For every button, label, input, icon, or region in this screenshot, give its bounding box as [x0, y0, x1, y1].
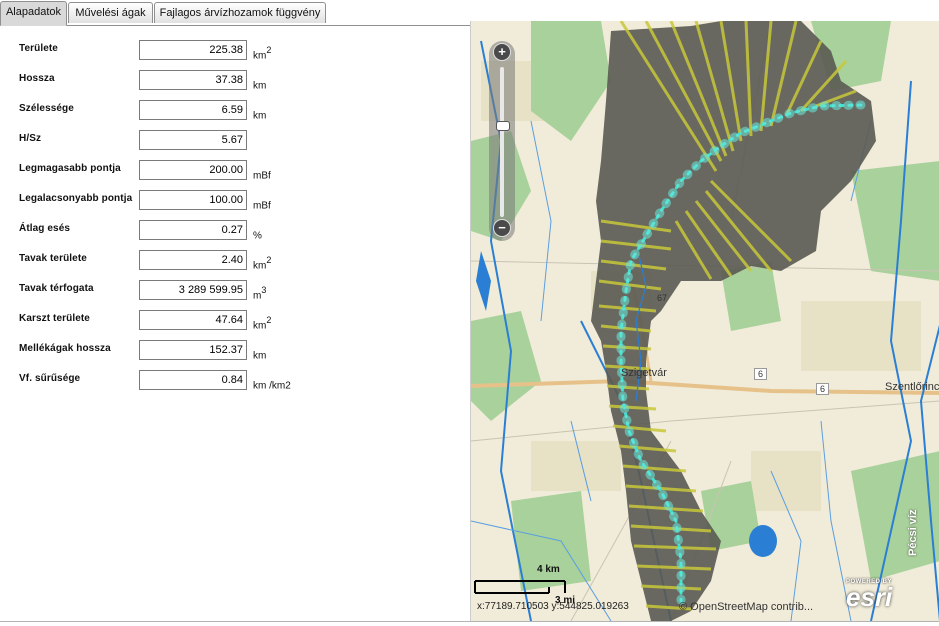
field-label: Karszt területe [19, 313, 90, 324]
tab-alapadatok[interactable]: Alapadatok [0, 1, 67, 26]
field-row: Szélessége km [0, 99, 465, 121]
field-unit: km2 [253, 255, 272, 272]
zoom-track[interactable] [500, 67, 504, 217]
field-label: Átlag esés [19, 223, 71, 234]
unit-exponent: 2 [266, 315, 272, 325]
unit-text: km /km2 [253, 380, 291, 392]
field-label: Tavak térfogata [19, 283, 94, 294]
field-unit: km2 [253, 45, 272, 62]
field-unit: mBf [253, 166, 271, 181]
field-unit: km2 [253, 315, 272, 332]
esri-logo: POWERED BY esri [846, 579, 893, 612]
field-row: H/Sz [0, 129, 465, 151]
field-label: Vf. sűrűsége [19, 373, 81, 384]
zoom-out-icon[interactable]: − [493, 219, 511, 237]
unit-exponent: 2 [266, 255, 272, 265]
tab-fajlagos-arvizhozamok[interactable]: Fajlagos árvízhozamok függvény [154, 2, 326, 23]
unit-text: mBf [253, 200, 271, 212]
unit-text: km [253, 50, 267, 62]
field-value-input[interactable] [139, 70, 247, 90]
unit-text: km [253, 320, 267, 332]
tab-muvelesi-agak[interactable]: Művelési ágak [68, 2, 153, 23]
field-label: Legmagasabb pontja [19, 163, 121, 174]
map-credit: Pécsi víz [907, 509, 919, 556]
unit-exponent: 2 [266, 45, 272, 55]
road-shield-6-east: 6 [816, 383, 830, 395]
unit-text: km [253, 80, 267, 92]
town-label-szigetvar: Szigetvár [621, 367, 667, 379]
field-value-input[interactable] [139, 220, 247, 240]
road-label-67: 67 [657, 293, 668, 303]
field-value-input[interactable] [139, 310, 247, 330]
field-value-input[interactable] [139, 250, 247, 270]
scale-km-label: 4 km [537, 564, 560, 575]
field-row: Vf. sűrűsége km /km2 [0, 369, 465, 391]
field-value-input[interactable] [139, 190, 247, 210]
unit-exponent: 3 [261, 285, 267, 295]
field-row: Legalacsonyabb pontja mBf [0, 189, 465, 211]
road-shield-6: 6 [754, 368, 768, 380]
field-row: Legmagasabb pontja mBf [0, 159, 465, 181]
town-label-szentlorinc: Szentlőrinc [885, 381, 939, 393]
field-row: Hossza km [0, 69, 465, 91]
zoom-in-icon[interactable]: + [493, 43, 511, 61]
zoom-handle[interactable] [496, 121, 510, 131]
field-unit: m3 [253, 285, 267, 301]
unit-text: km [253, 260, 267, 272]
field-row: Átlag esés% [0, 219, 465, 241]
field-label: Területe [19, 43, 58, 54]
field-unit: km [253, 346, 266, 361]
unit-text: km [253, 350, 267, 362]
field-value-input[interactable] [139, 280, 247, 300]
unit-text: % [253, 230, 262, 242]
map-view[interactable]: Szigetvár Szentlőrinc 6 6 67 + − 4 km 3 … [470, 21, 939, 621]
field-label: H/Sz [19, 133, 42, 144]
field-label: Legalacsonyabb pontja [19, 193, 133, 204]
field-value-input[interactable] [139, 370, 247, 390]
field-unit: km [253, 76, 266, 91]
field-unit: % [253, 226, 262, 241]
field-unit: km [253, 106, 266, 121]
field-row: Karszt területe km2 [0, 309, 465, 331]
field-row: Tavak területe km2 [0, 249, 465, 271]
field-row: Tavak térfogata m3 [0, 279, 465, 301]
field-unit: km /km2 [253, 376, 291, 391]
field-label: Hossza [19, 73, 55, 84]
field-value-input[interactable] [139, 160, 247, 180]
unit-text: mBf [253, 170, 271, 182]
field-label: Tavak területe [19, 253, 87, 264]
map-canvas[interactable] [471, 21, 939, 621]
field-row: Területe km2 [0, 39, 465, 61]
field-label: Mellékágak hossza [19, 343, 111, 354]
field-label: Szélessége [19, 103, 74, 114]
field-value-input[interactable] [139, 340, 247, 360]
map-attribution: © OpenStreetMap contrib... [679, 601, 814, 613]
unit-text: km [253, 110, 267, 122]
field-row: Mellékágak hossza km [0, 339, 465, 361]
field-value-input[interactable] [139, 40, 247, 60]
zoom-slider[interactable]: + − [489, 41, 515, 241]
field-value-input[interactable] [139, 130, 247, 150]
field-value-input[interactable] [139, 100, 247, 120]
field-unit: mBf [253, 196, 271, 211]
divider [0, 621, 939, 622]
cursor-coordinates: x:77189.710503 y:544825.019263 [477, 601, 629, 612]
